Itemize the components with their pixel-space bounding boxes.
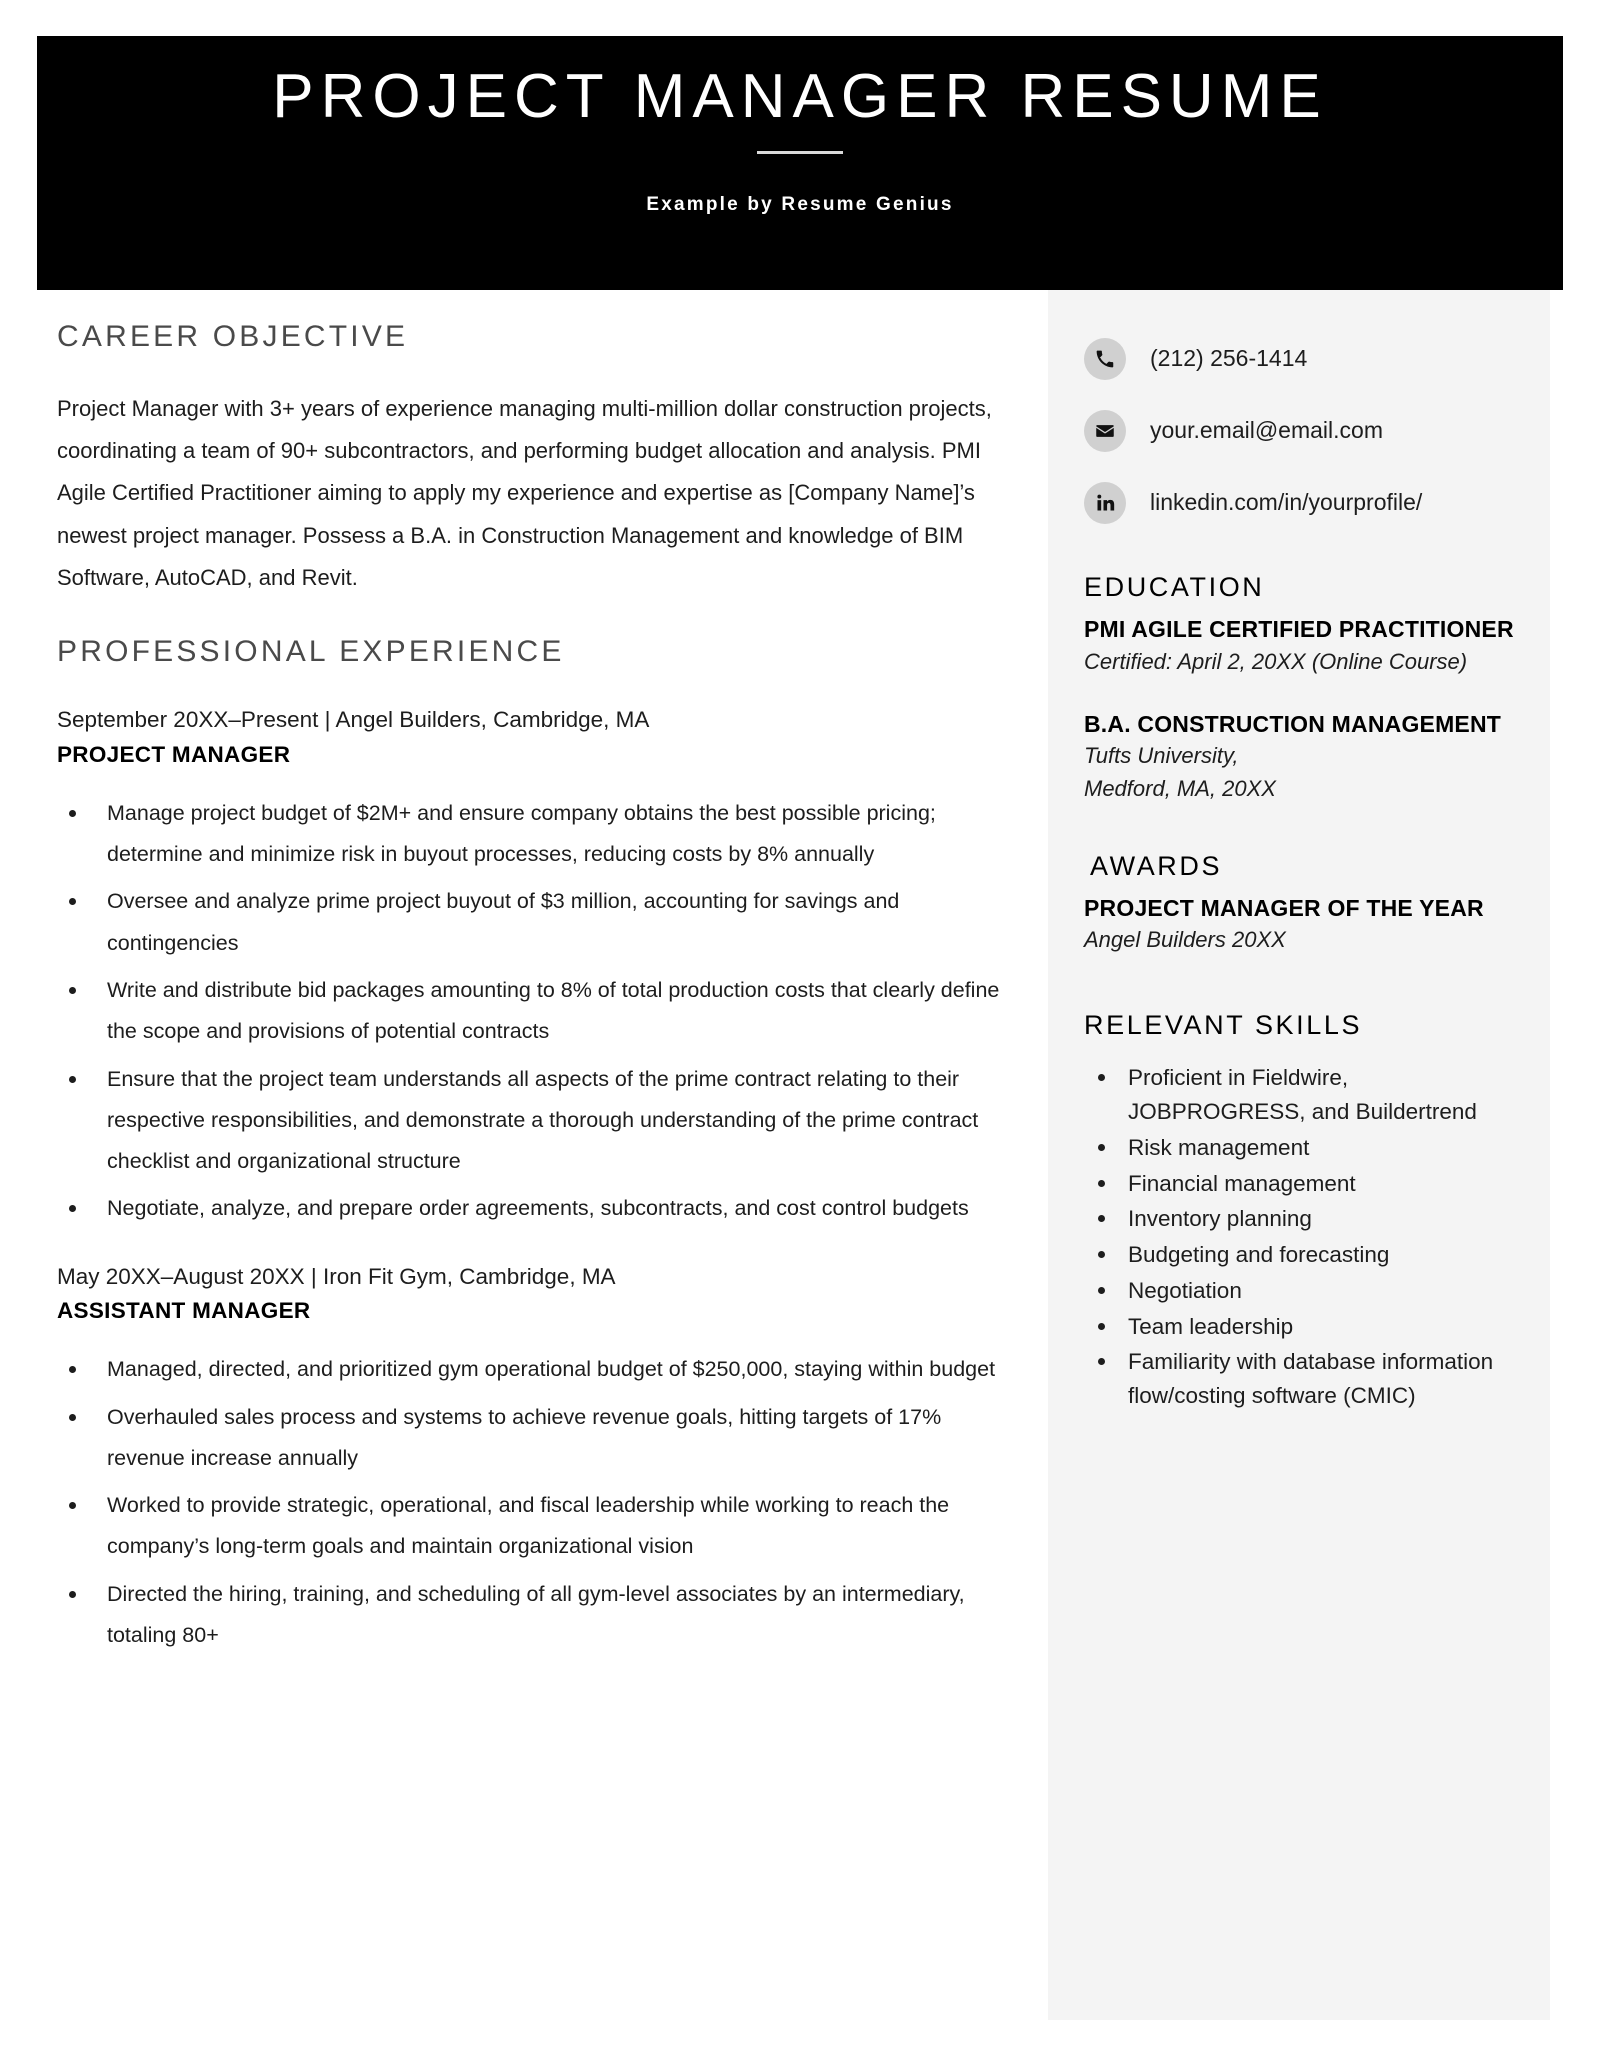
relevant-skills-section: RELEVANT SKILLS Proficient in Fieldwire,…	[1084, 1010, 1520, 1413]
list-item: Team leadership	[1084, 1310, 1520, 1344]
list-item: Risk management	[1084, 1131, 1520, 1165]
experience-bullet-list: Managed, directed, and prioritized gym o…	[57, 1349, 1007, 1656]
awards-heading: AWARDS	[1090, 850, 1223, 881]
list-item: Ensure that the project team understands…	[57, 1059, 1007, 1183]
linkedin-icon	[1084, 482, 1126, 524]
experience-meta: May 20XX–August 20XX | Iron Fit Gym, Cam…	[57, 1263, 616, 1289]
main-content-column: CAREER OBJECTIVE Project Manager with 3+…	[57, 320, 1007, 1692]
experience-entry: May 20XX–August 20XX | Iron Fit Gym, Cam…	[57, 1260, 1007, 1330]
list-item: Familiarity with database information fl…	[1084, 1345, 1520, 1413]
education-entry-sub-line1: Tufts University,	[1084, 743, 1239, 769]
list-item: Negotiation	[1084, 1274, 1520, 1308]
professional-experience-section: PROFESSIONAL EXPERIENCE September 20XX–P…	[57, 635, 1007, 1656]
education-entry-title: B.A. CONSTRUCTION MANAGEMENT	[1084, 710, 1502, 737]
education-entry-title: PMI AGILE CERTIFIED PRACTITIONER	[1084, 616, 1514, 642]
experience-job-title: PROJECT MANAGER	[57, 742, 291, 768]
page-title: PROJECT MANAGER RESUME	[272, 62, 1328, 131]
resume-header-banner: PROJECT MANAGER RESUME Example by Resume…	[37, 36, 1563, 290]
list-item: Worked to provide strategic, operational…	[57, 1485, 1007, 1568]
contact-list: (212) 256-1414 your.email@email.com link…	[1084, 338, 1520, 524]
header-divider	[757, 151, 843, 155]
career-objective-heading: CAREER OBJECTIVE	[57, 320, 409, 353]
list-item: Negotiate, analyze, and prepare order ag…	[57, 1188, 1007, 1229]
contact-item-email[interactable]: your.email@email.com	[1084, 410, 1520, 452]
list-item: Managed, directed, and prioritized gym o…	[57, 1349, 1007, 1390]
awards-entry: PROJECT MANAGER OF THE YEAR Angel Builde…	[1084, 892, 1520, 957]
professional-experience-heading: PROFESSIONAL EXPERIENCE	[57, 635, 565, 669]
career-objective-section: CAREER OBJECTIVE Project Manager with 3+…	[57, 320, 1007, 599]
list-item: Inventory planning	[1084, 1202, 1520, 1236]
list-item: Financial management	[1084, 1167, 1520, 1201]
skills-list: Proficient in Fieldwire, JOBPROGRESS, an…	[1084, 1061, 1520, 1413]
sidebar-column: (212) 256-1414 your.email@email.com link…	[1048, 290, 1550, 2020]
list-item: Oversee and analyze prime project buyout…	[57, 881, 1007, 964]
experience-entry: September 20XX–Present | Angel Builders,…	[57, 703, 1007, 773]
contact-item-linkedin[interactable]: linkedin.com/in/yourprofile/	[1084, 482, 1520, 524]
awards-entry-title: PROJECT MANAGER OF THE YEAR	[1084, 894, 1484, 921]
list-item: Budgeting and forecasting	[1084, 1238, 1520, 1272]
phone-icon	[1084, 338, 1126, 380]
relevant-skills-heading: RELEVANT SKILLS	[1084, 1010, 1363, 1041]
list-item: Directed the hiring, training, and sched…	[57, 1574, 1007, 1657]
experience-bullet-list: Manage project budget of $2M+ and ensure…	[57, 793, 1007, 1230]
contact-email-text: your.email@email.com	[1150, 417, 1383, 444]
career-objective-text: Project Manager with 3+ years of experie…	[57, 396, 992, 590]
education-entry: B.A. CONSTRUCTION MANAGEMENT Tufts Unive…	[1084, 708, 1520, 805]
contact-linkedin-text: linkedin.com/in/yourprofile/	[1150, 489, 1423, 516]
header-subtitle: Example by Resume Genius	[646, 194, 954, 216]
resume-page: PROJECT MANAGER RESUME Example by Resume…	[0, 0, 1600, 2071]
education-heading: EDUCATION	[1084, 572, 1265, 602]
awards-section: AWARDS PROJECT MANAGER OF THE YEAR Angel…	[1084, 851, 1520, 957]
education-entry-sub-line2: Medford, MA, 20XX	[1084, 775, 1276, 801]
experience-job-title: ASSISTANT MANAGER	[57, 1298, 311, 1324]
education-section: EDUCATION PMI AGILE CERTIFIED PRACTITION…	[1084, 572, 1520, 805]
education-entry-sub: Certified: April 2, 20XX (Online Course)	[1084, 648, 1468, 674]
list-item: Manage project budget of $2M+ and ensure…	[57, 793, 1007, 876]
contact-item-phone[interactable]: (212) 256-1414	[1084, 338, 1520, 380]
list-item: Write and distribute bid packages amount…	[57, 970, 1007, 1053]
contact-phone-text: (212) 256-1414	[1150, 345, 1308, 372]
education-entry: PMI AGILE CERTIFIED PRACTITIONER Certifi…	[1084, 613, 1520, 678]
email-icon	[1084, 410, 1126, 452]
awards-entry-sub: Angel Builders 20XX	[1084, 927, 1286, 953]
list-item: Proficient in Fieldwire, JOBPROGRESS, an…	[1084, 1061, 1520, 1129]
list-item: Overhauled sales process and systems to …	[57, 1397, 1007, 1480]
experience-meta: September 20XX–Present | Angel Builders,…	[57, 707, 650, 733]
